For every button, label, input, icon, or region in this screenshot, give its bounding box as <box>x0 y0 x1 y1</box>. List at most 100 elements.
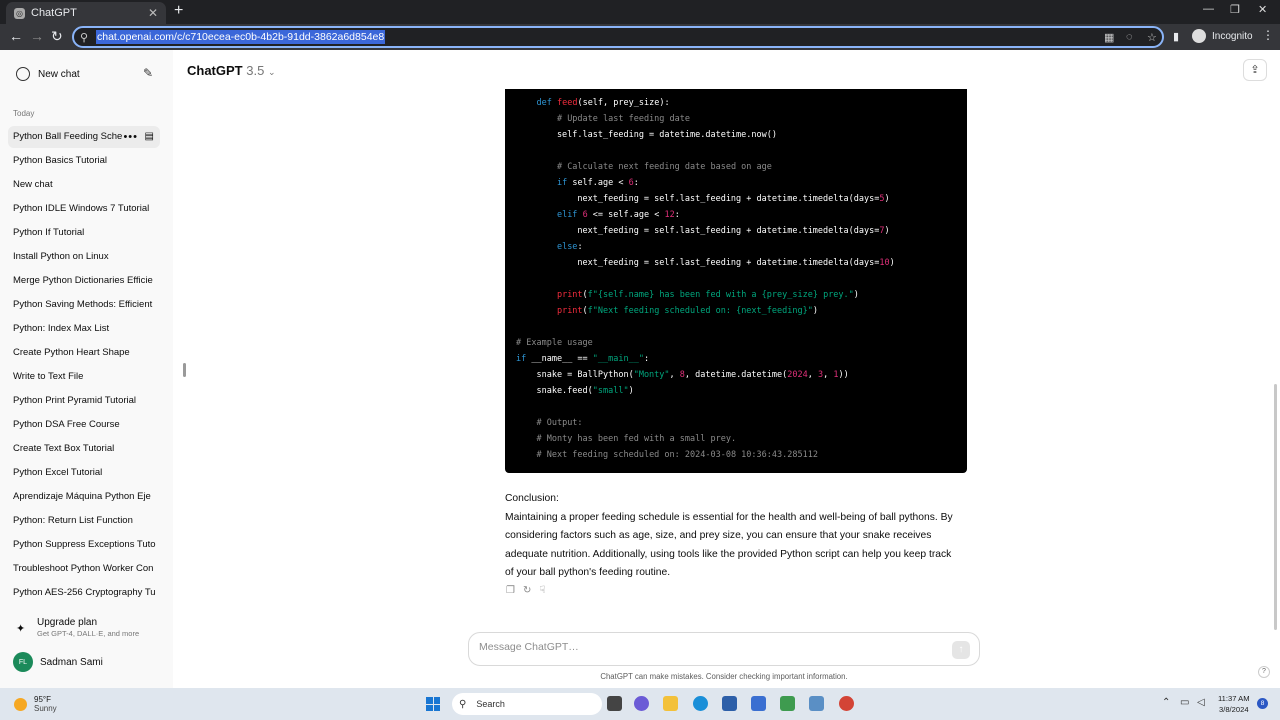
sidebar-chat-item[interactable]: Python AES-256 Cryptography Tu <box>8 582 160 604</box>
code-line: if __name__ == "__main__": <box>516 354 650 364</box>
user-name: Sadman Sami <box>40 656 103 668</box>
sidebar-chat-item[interactable]: Python If Tutorial <box>8 222 160 244</box>
address-bar[interactable]: ⚲ chat.openai.com/c/c710ecea-ec0b-4b2b-9… <box>72 26 1164 48</box>
chrome-icon[interactable] <box>839 696 854 711</box>
archive-icon[interactable]: ▤ <box>145 126 154 148</box>
taskbar-search[interactable]: ⚲ Search <box>452 693 602 715</box>
sidebar-toggle-handle[interactable] <box>183 363 186 377</box>
code-line: next_feeding = self.last_feeding + datet… <box>516 258 895 268</box>
sidebar-chat-item[interactable]: Python Excel Tutorial <box>8 462 160 484</box>
notepad-icon[interactable] <box>780 696 795 711</box>
code-line: else: <box>556 242 583 252</box>
store-icon[interactable] <box>722 696 737 711</box>
regenerate-icon[interactable]: ↻ <box>523 585 531 596</box>
browser-tab[interactable]: ◎ ChatGPT ✕ <box>6 2 166 24</box>
weather-widget[interactable]: 95°F Sunny <box>14 695 57 713</box>
close-tab-icon[interactable]: ✕ <box>148 6 158 20</box>
sidebar-chat-item[interactable]: Install Python on Linux <box>8 246 160 268</box>
sidebar-chat-item[interactable]: Python Print Pyramid Tutorial <box>8 390 160 412</box>
code-line: snake.feed("small") <box>516 386 634 396</box>
code-line: print(f"{self.name} has been fed with a … <box>556 290 859 300</box>
notification-badge[interactable]: 8 <box>1257 698 1268 709</box>
sidebar-chat-item[interactable]: Python Suppress Exceptions Tuto <box>8 534 160 556</box>
maximize-icon[interactable]: ❐ <box>1230 3 1240 16</box>
bookmark-star-icon[interactable]: ☆ <box>1147 31 1157 44</box>
side-panel-icon[interactable]: ▮ <box>1173 30 1179 43</box>
share-button[interactable]: ⇪ <box>1243 59 1267 81</box>
sidebar-chat-item[interactable]: Write to Text File <box>8 366 160 388</box>
tab-title: ChatGPT <box>31 7 77 19</box>
sun-icon <box>14 697 27 711</box>
edge-browser-icon[interactable] <box>693 696 708 711</box>
sidebar-chat-item[interactable]: Create Python Heart Shape <box>8 342 160 364</box>
copy-icon[interactable]: ❐ <box>506 585 515 596</box>
more-options-icon[interactable]: ••• <box>123 126 138 148</box>
chatgpt-favicon-icon: ◎ <box>14 7 25 19</box>
chat-app-icon[interactable] <box>634 696 649 711</box>
message-actions: ❐ ↻ ☟ <box>506 585 545 596</box>
sidebar-chat-item[interactable]: Python IDLE Windows 7 Tutorial <box>8 198 160 220</box>
browser-tab-bar: ◎ ChatGPT ✕ + — ❐ ✕ <box>0 0 1280 24</box>
qr-icon[interactable]: ▦ <box>1104 31 1114 44</box>
file-explorer-icon[interactable] <box>663 696 678 711</box>
volume-icon[interactable]: ◁ <box>1197 697 1205 708</box>
code-line: next_feeding = self.last_feeding + datet… <box>516 226 890 236</box>
code-line: elif 6 <= self.age < 12: <box>556 210 680 220</box>
sidebar-chat-item[interactable]: Aprendizaje Máquina Python Eje <box>8 486 160 508</box>
url-text[interactable]: chat.openai.com/c/c710ecea-ec0b-4b2b-91d… <box>96 30 386 44</box>
compose-icon[interactable]: ✎ <box>143 66 153 80</box>
sidebar-chat-item[interactable]: Create Text Box Tutorial <box>8 438 160 460</box>
network-icon[interactable]: ▭ <box>1180 697 1189 708</box>
help-icon[interactable]: ? <box>1258 666 1270 678</box>
sidebar-chat-item[interactable]: Troubleshoot Python Worker Con <box>8 558 160 580</box>
sidebar-chat-item[interactable]: Python Ball Feeding Sche ••• ▤ <box>8 126 160 148</box>
sidebar-chat-item[interactable]: Python DSA Free Course <box>8 414 160 436</box>
forward-icon[interactable]: → <box>30 28 44 44</box>
sparkle-icon: ✦ <box>16 623 26 635</box>
system-clock[interactable]: 11:37 AM 3/8/2024 <box>1218 693 1250 715</box>
reload-icon[interactable]: ↻ <box>51 28 63 45</box>
minimize-icon[interactable]: — <box>1203 3 1214 15</box>
sidebar: New chat ✎ Today Python Ball Feeding Sch… <box>0 50 173 688</box>
sidebar-chat-item[interactable]: Python: Return List Function <box>8 510 160 532</box>
new-tab-icon[interactable]: + <box>174 2 183 20</box>
vscode-icon[interactable] <box>751 696 766 711</box>
code-line: if self.age < 6: <box>556 178 639 188</box>
chevron-up-icon[interactable]: ⌃ <box>1162 697 1170 708</box>
close-window-icon[interactable]: ✕ <box>1258 3 1267 16</box>
start-button[interactable] <box>426 697 440 711</box>
assistant-message: Conclusion: Maintaining a proper feeding… <box>505 490 960 583</box>
browser-menu-icon[interactable]: ⋮ <box>1262 28 1274 42</box>
section-label: Today <box>13 109 35 118</box>
scrollbar[interactable] <box>1274 384 1277 630</box>
code-line: next_feeding = self.last_feeding + datet… <box>516 194 890 204</box>
browser-toolbar: ← → ↻ ⚲ chat.openai.com/c/c710ecea-ec0b-… <box>0 24 1280 50</box>
windows-taskbar: 95°F Sunny ⚲ Search ⌃ ▭ ◁ 11:37 AM 3/8/2… <box>0 688 1280 720</box>
sidebar-chat-item[interactable]: New chat <box>8 174 160 196</box>
thumbs-down-icon[interactable]: ☟ <box>539 585 545 596</box>
sidebar-chat-item[interactable]: Merge Python Dictionaries Efficie <box>8 270 160 292</box>
search-icon: ⚲ <box>459 698 467 710</box>
sidebar-chat-item[interactable]: Python Saving Methods: Efficient <box>8 294 160 316</box>
code-block: def feed(self, prey_size): # Update last… <box>505 89 967 473</box>
incognito-indicator[interactable]: Incognito <box>1192 29 1253 43</box>
eye-off-icon[interactable]: ◌ <box>1126 31 1133 43</box>
model-selector[interactable]: ChatGPT 3.5 ⌄ <box>187 63 276 78</box>
site-info-icon[interactable]: ⚲ <box>80 31 88 44</box>
code-line: snake = BallPython("Monty", 8, datetime.… <box>516 370 849 380</box>
message-input[interactable] <box>479 641 939 653</box>
back-icon[interactable]: ← <box>9 28 23 44</box>
task-view-icon[interactable] <box>607 696 622 711</box>
sidebar-chat-item[interactable]: Python Basics Tutorial <box>8 150 160 172</box>
new-chat-button[interactable]: New chat <box>16 67 80 81</box>
chevron-down-icon: ⌄ <box>267 67 276 77</box>
user-menu[interactable]: FL Sadman Sami <box>13 652 103 672</box>
share-icon: ⇪ <box>1250 64 1260 76</box>
python-idle-icon[interactable] <box>809 696 824 711</box>
code-line: def feed(self, prey_size): <box>536 98 670 108</box>
sidebar-chat-item[interactable]: Python: Index Max List <box>8 318 160 340</box>
arrow-up-icon: ↑ <box>958 644 964 655</box>
conclusion-heading: Conclusion: <box>505 493 559 504</box>
send-button[interactable]: ↑ <box>952 641 970 659</box>
conclusion-body: Maintaining a proper feeding schedule is… <box>505 511 953 579</box>
